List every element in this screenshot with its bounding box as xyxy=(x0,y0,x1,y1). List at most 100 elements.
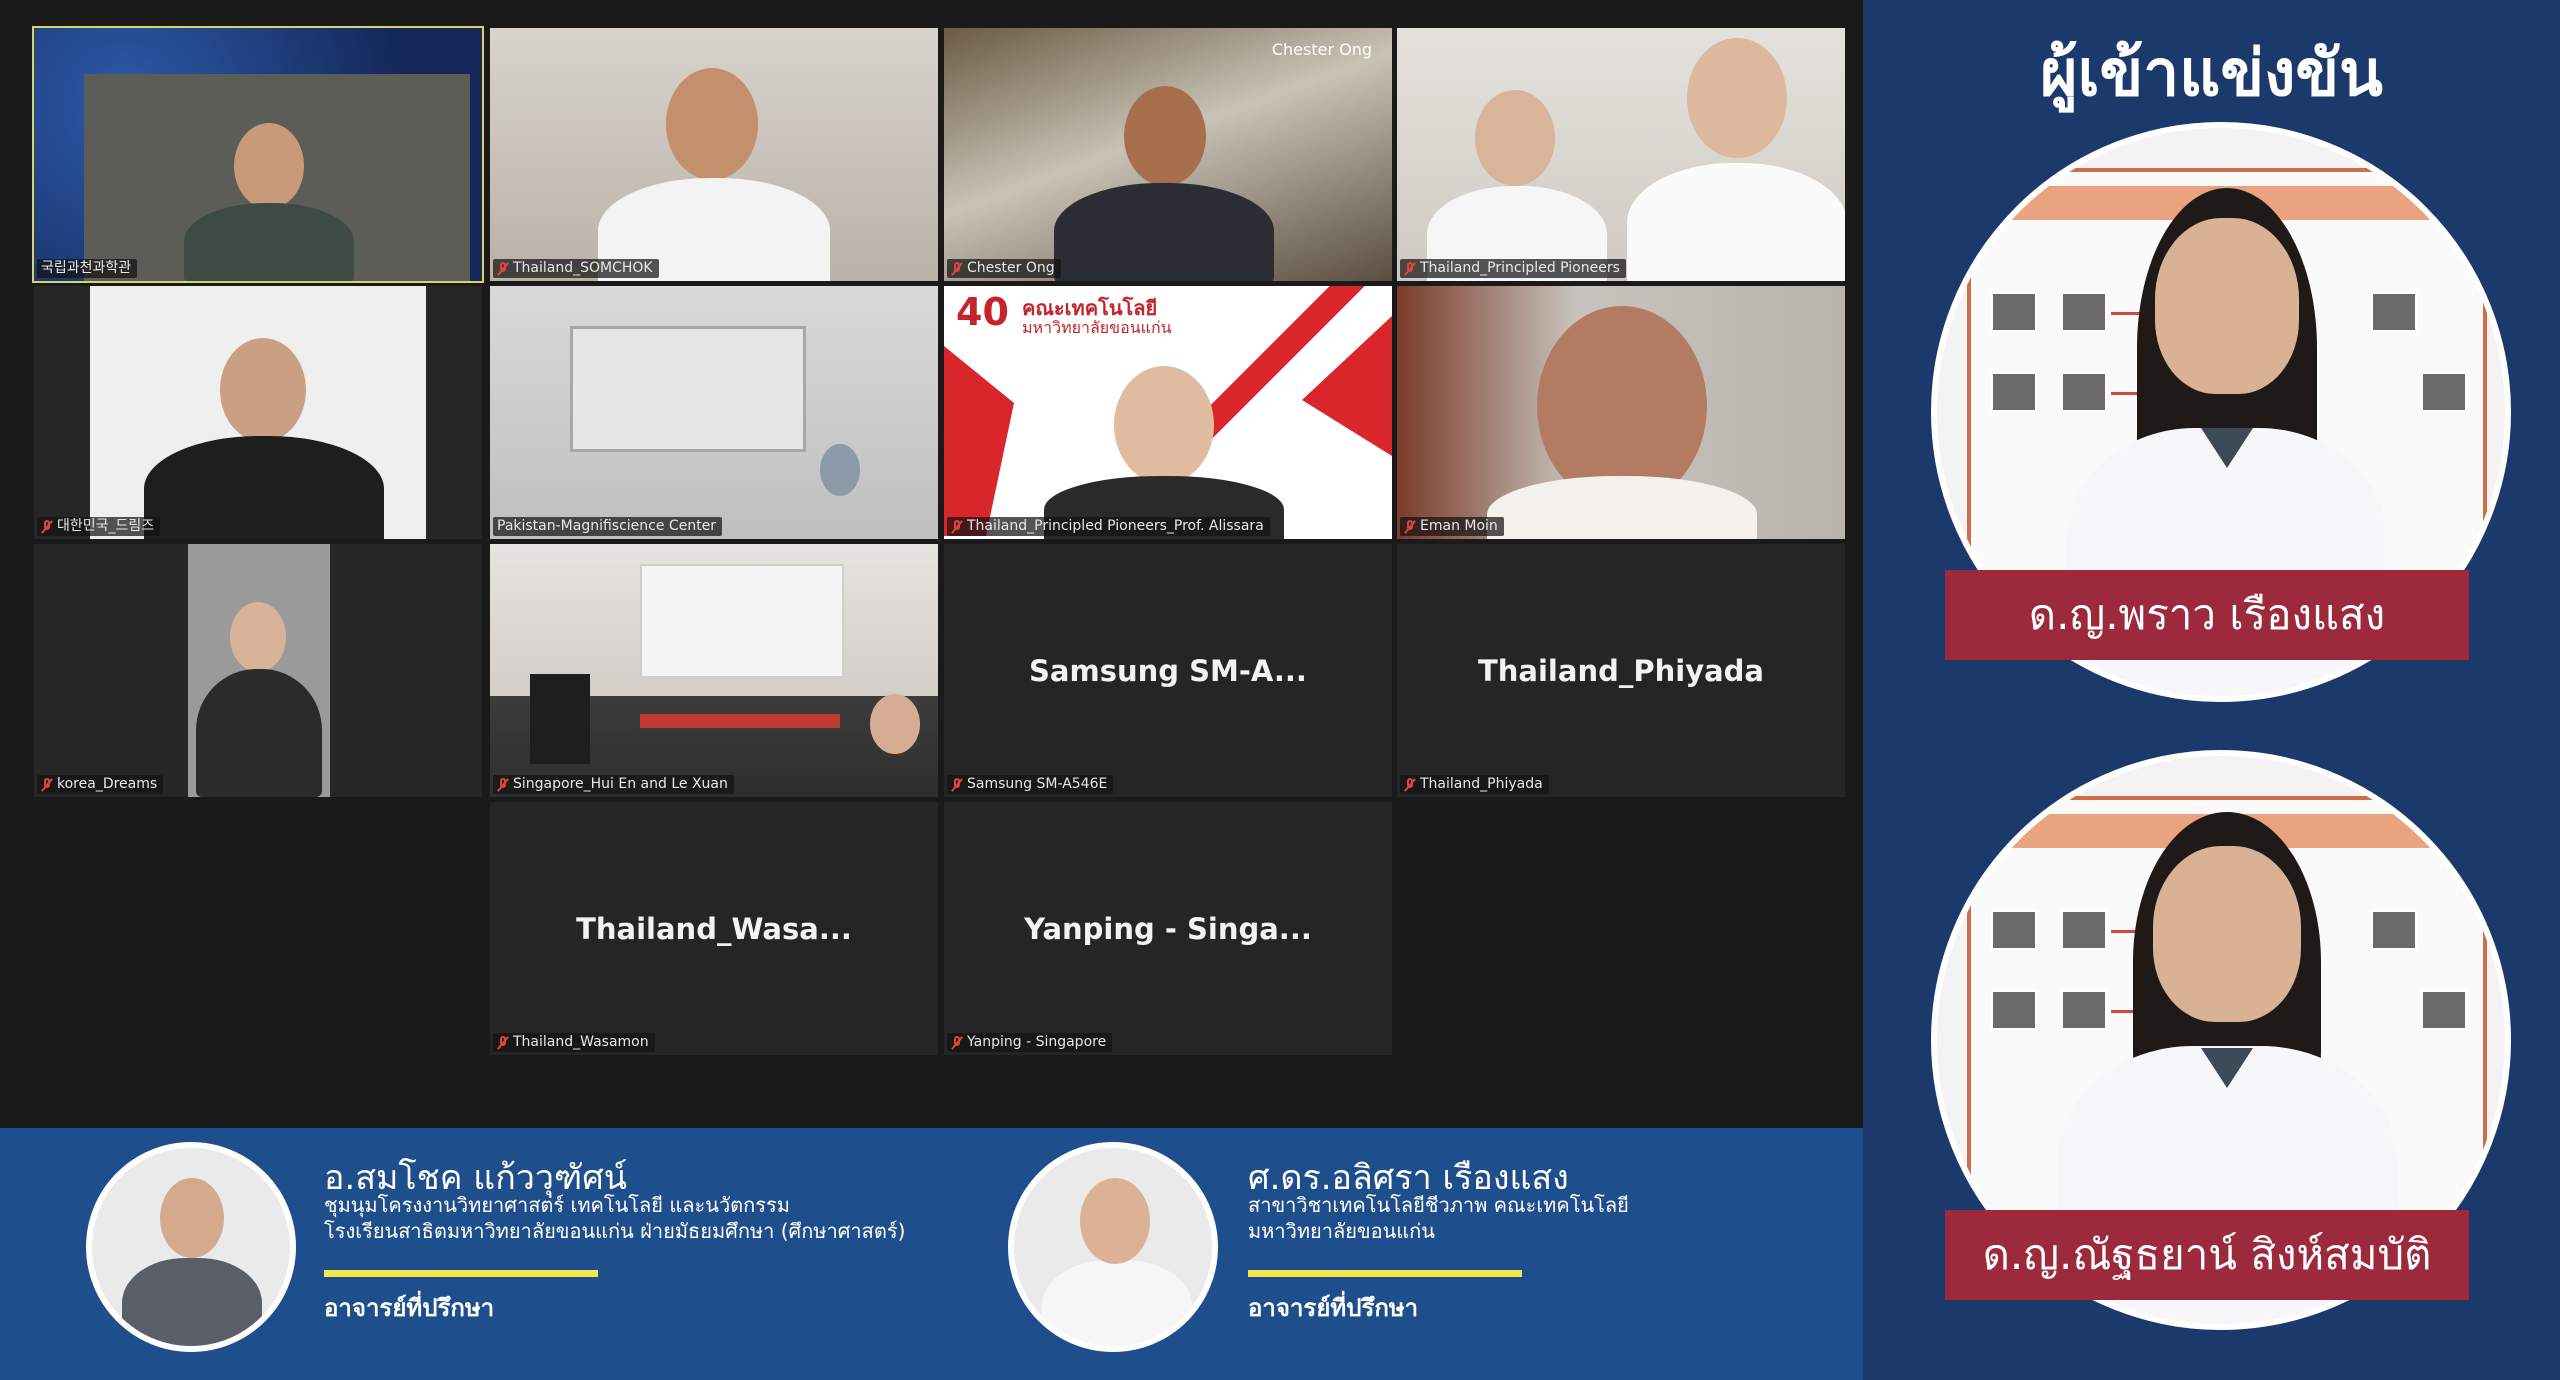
advisor-photo xyxy=(86,1142,296,1352)
poster-image xyxy=(2421,990,2467,1030)
person-head xyxy=(234,123,304,209)
participant-name-tag: Singapore_Hui En and Le Xuan xyxy=(493,775,734,794)
mic-muted-icon xyxy=(1404,519,1416,534)
poster-image xyxy=(2371,292,2417,332)
contestant-name-banner: ด.ญ.ณัฐธยาน์ สิงห์สมบัติ xyxy=(1945,1210,2469,1300)
participant-name-tag: korea_Dreams xyxy=(37,775,164,794)
participant-name: Thailand_SOMCHOK xyxy=(513,260,653,276)
participant-tile[interactable]: Eman Moin xyxy=(1397,286,1845,539)
mic-muted-icon xyxy=(951,519,963,534)
uniform-tie xyxy=(2201,1048,2253,1088)
poster-image xyxy=(2061,372,2107,412)
advisor-head xyxy=(160,1178,224,1258)
video-meeting-grid: 국립과천과학관 Thailand_SOMCHOK Chester Ong Che… xyxy=(0,0,1863,1128)
mic-muted-icon xyxy=(41,777,53,792)
yellow-underline xyxy=(324,1270,598,1277)
poster-image xyxy=(1991,990,2037,1030)
yellow-underline xyxy=(1248,1270,1522,1277)
participant-tile[interactable]: Thailand_Principled Pioneers xyxy=(1397,28,1845,281)
anniversary-logo: 40 xyxy=(956,290,1009,334)
person-head xyxy=(1475,90,1555,186)
participant-name: 국립과천과학관 xyxy=(41,260,132,276)
person-head xyxy=(820,444,860,496)
mic-muted-icon xyxy=(497,1035,509,1050)
participant-name: Samsung SM-A546E xyxy=(967,776,1108,792)
advisor-role: อาจารย์ที่ปรึกษา xyxy=(1248,1294,1419,1322)
participant-name: Yanping - Singapore xyxy=(967,1034,1107,1050)
participant-name-tag: Thailand_Wasamon xyxy=(493,1033,655,1052)
poster-image xyxy=(1991,910,2037,950)
contestant-name-banner: ด.ญ.พราว เรืองแสง xyxy=(1945,570,2469,660)
mic-muted-icon xyxy=(951,1035,963,1050)
participant-name-tag: Eman Moin xyxy=(1400,517,1504,536)
advisor-affiliation-line: ชุมนุมโครงงานวิทยาศาสตร์ เทคโนโลยี และนว… xyxy=(324,1193,790,1217)
contestant-card: ด.ญ.ณัฐธยาน์ สิงห์สมบัติ xyxy=(1931,750,2511,1330)
participant-name: Thailand_Wasamon xyxy=(513,1034,649,1050)
participant-tile[interactable]: korea_Dreams xyxy=(34,544,482,797)
mic-muted-icon xyxy=(1404,261,1416,276)
person-body xyxy=(184,203,354,281)
participant-name: Singapore_Hui En and Le Xuan xyxy=(513,776,728,792)
poster-image xyxy=(2061,990,2107,1030)
person-head xyxy=(230,602,286,672)
person-head xyxy=(220,338,306,442)
participant-tile[interactable]: 대한민국_드림즈 xyxy=(34,286,482,539)
participant-name: Eman Moin xyxy=(1420,518,1498,534)
participant-name-tag: Thailand_Principled Pioneers_Prof. Aliss… xyxy=(947,517,1270,536)
advisor-body xyxy=(122,1258,262,1346)
participant-name: korea_Dreams xyxy=(57,776,158,792)
participant-name-tag: Chester Ong xyxy=(947,259,1061,278)
person-body xyxy=(1627,163,1845,281)
mic-muted-icon xyxy=(497,261,509,276)
poster-image xyxy=(1991,372,2037,412)
participant-display-name: Thailand_Wasa... xyxy=(576,911,852,946)
contestant-card: ด.ญ.พราว เรืองแสง xyxy=(1931,122,2511,702)
participant-tile[interactable]: Chester Ong Chester Ong xyxy=(944,28,1392,281)
participant-tile[interactable]: Thailand_Wasa... Thailand_Wasamon xyxy=(490,802,938,1055)
poster-image xyxy=(1991,292,2037,332)
person-head xyxy=(1124,86,1206,186)
participant-tile[interactable]: 국립과천과학관 xyxy=(32,26,484,283)
person-head xyxy=(1114,366,1214,484)
person-head xyxy=(1687,38,1787,158)
advisor-body xyxy=(1042,1260,1192,1346)
poster-image xyxy=(2061,910,2107,950)
participant-name-tag: Thailand_Principled Pioneers xyxy=(1400,259,1626,278)
poster-image xyxy=(2371,910,2417,950)
participant-tile[interactable]: Samsung SM-A... Samsung SM-A546E xyxy=(944,544,1392,797)
participant-name-tag: Yanping - Singapore xyxy=(947,1033,1113,1052)
advisor-card: อ.สมโชค แก้ววุฑัศน์ ชุมนุมโครงงานวิทยาศา… xyxy=(0,1128,930,1380)
whiteboard xyxy=(570,326,806,452)
uniform-tie xyxy=(2201,428,2253,468)
advisor-affiliation-line: สาขาวิชาเทคโนโลยีชีวภาพ คณะเทคโนโลยี xyxy=(1248,1193,1629,1217)
participant-name: Pakistan-Magnifiscience Center xyxy=(497,518,717,534)
advisor-photo xyxy=(1008,1142,1218,1352)
robot-track xyxy=(640,714,840,728)
contestant-uniform xyxy=(2067,428,2387,696)
participant-tile[interactable]: Thailand_Phiyada Thailand_Phiyada xyxy=(1397,544,1845,797)
mic-muted-icon xyxy=(951,261,963,276)
participant-tile[interactable]: Singapore_Hui En and Le Xuan xyxy=(490,544,938,797)
participant-name: Chester Ong xyxy=(967,260,1055,276)
participant-tile[interactable]: Yanping - Singa... Yanping - Singapore xyxy=(944,802,1392,1055)
participant-name-tag: Pakistan-Magnifiscience Center xyxy=(493,517,723,536)
contestant-face xyxy=(2155,218,2299,394)
participant-name: 대한민국_드림즈 xyxy=(57,518,155,534)
mic-muted-icon xyxy=(497,777,509,792)
participant-name-tag: 대한민국_드림즈 xyxy=(37,517,161,536)
person-body xyxy=(144,436,384,539)
person-body xyxy=(1054,183,1274,281)
participant-tile[interactable]: Pakistan-Magnifiscience Center xyxy=(490,286,938,539)
contestant-face xyxy=(2153,846,2301,1022)
participant-display-name: Yanping - Singa... xyxy=(1024,911,1312,946)
slide-subheading: มหาวิทยาลัยขอนแก่น xyxy=(1022,318,1172,337)
poster-image xyxy=(2061,292,2107,332)
person-head xyxy=(870,694,920,754)
participant-tile[interactable]: Thailand_SOMCHOK xyxy=(490,28,938,281)
advisor-affiliation-line: มหาวิทยาลัยขอนแก่น xyxy=(1248,1219,1435,1243)
contestants-title: ผู้เข้าแข่งขัน xyxy=(2040,37,2383,111)
person-body xyxy=(196,669,322,797)
advisor-head xyxy=(1080,1178,1150,1264)
participant-tile[interactable]: 40 คณะเทคโนโลยี มหาวิทยาลัยขอนแก่น Thail… xyxy=(944,286,1392,539)
participant-display-name: Samsung SM-A... xyxy=(1029,653,1307,688)
